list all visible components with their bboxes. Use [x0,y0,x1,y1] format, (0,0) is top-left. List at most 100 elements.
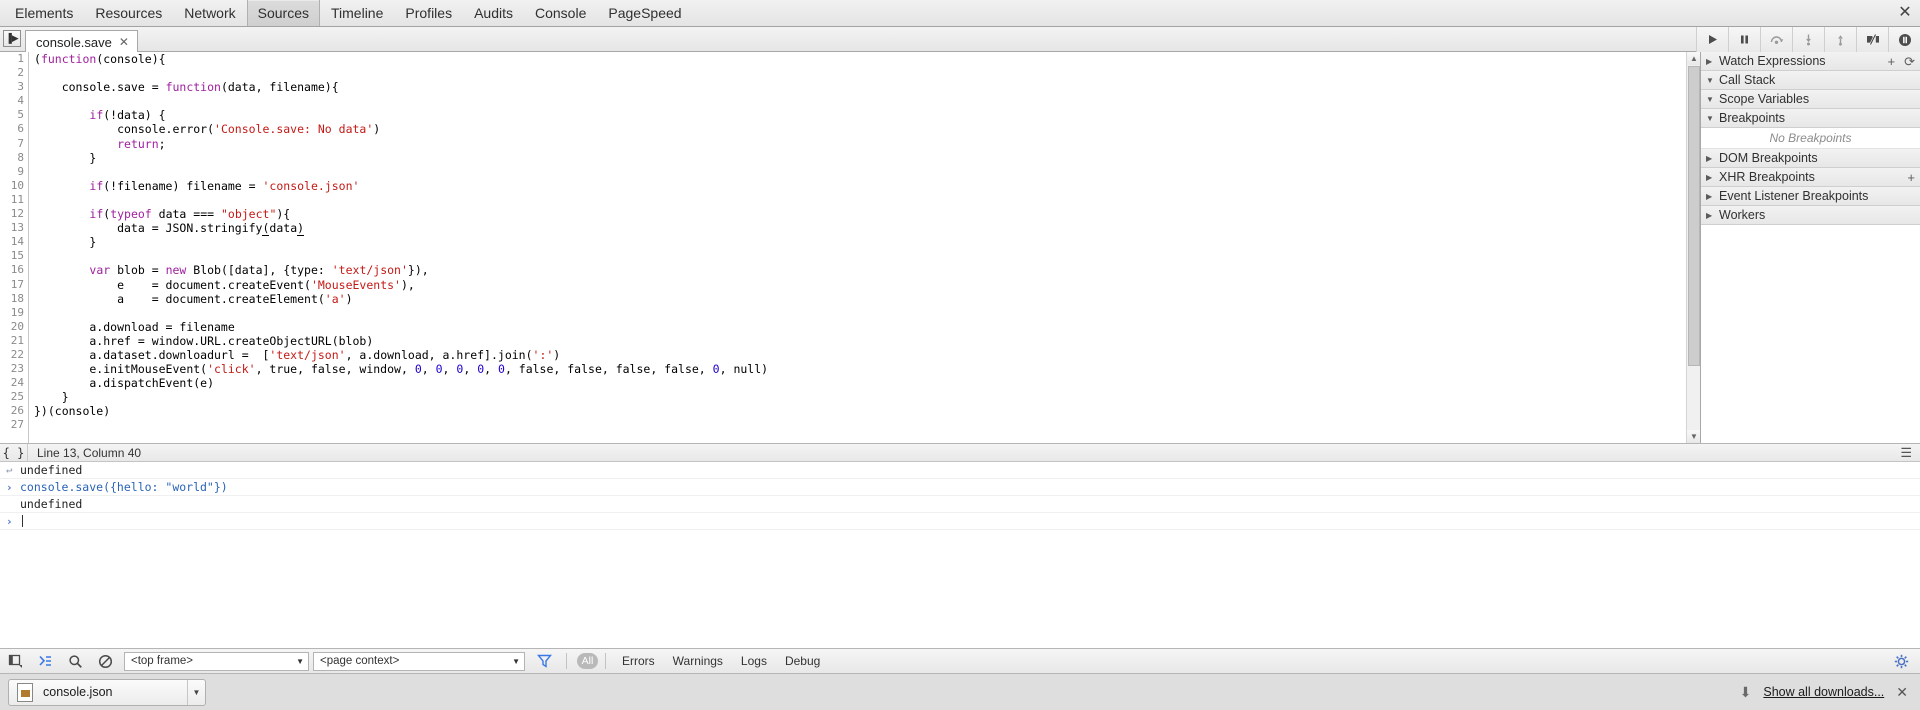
code-line[interactable]: e = document.createEvent('MouseEvents'), [30,278,1700,292]
code-line[interactable]: })(console) [30,404,1700,418]
scrollbar-thumb[interactable] [1688,66,1700,366]
line-number[interactable]: 11 [0,193,28,207]
code-line[interactable]: } [30,151,1700,165]
devtools-tab-timeline[interactable]: Timeline [320,0,394,26]
download-item-menu-icon[interactable]: ▼ [187,679,205,705]
filter-icon[interactable] [529,649,559,674]
step-over-next-function-call-button[interactable] [1760,27,1792,52]
debug-section-dom-breakpoints[interactable]: ▶ DOM Breakpoints [1701,149,1920,168]
code-line[interactable]: if(!filename) filename = 'console.json' [30,179,1700,193]
status-bar-menu-icon[interactable]: ☰ [1900,446,1912,459]
line-number[interactable]: 20 [0,320,28,334]
console-prompt-row[interactable]: › [0,513,1920,530]
show-console-icon[interactable] [30,649,60,674]
code-line[interactable] [30,165,1700,179]
refresh-icon[interactable]: ⟳ [1904,55,1915,68]
scrollbar-down-arrow[interactable]: ▼ [1687,430,1701,443]
code-line[interactable]: if(typeof data === "object"){ [30,207,1700,221]
filter-level-all[interactable]: All [577,653,598,669]
resume-script-execution-button[interactable] [1696,27,1728,52]
pause-script-execution-button[interactable] [1728,27,1760,52]
download-item[interactable]: console.json ▼ [8,678,206,706]
line-number[interactable]: 12 [0,207,28,221]
code-line[interactable]: a.dataset.downloadurl = ['text/json', a.… [30,348,1700,362]
code-line[interactable]: console.error('Console.save: No data') [30,122,1700,136]
debug-section-breakpoints[interactable]: ▼ Breakpoints [1701,109,1920,128]
code-line[interactable] [30,306,1700,320]
line-number[interactable]: 25 [0,390,28,404]
line-number[interactable]: 6 [0,122,28,136]
devtools-tab-profiles[interactable]: Profiles [394,0,463,26]
devtools-tab-elements[interactable]: Elements [4,0,84,26]
line-number[interactable]: 24 [0,376,28,390]
code-line[interactable]: (function(console){ [30,52,1700,66]
code-line[interactable]: a.download = filename [30,320,1700,334]
debug-section-watch-expressions[interactable]: ▶ Watch Expressions + ⟳ [1701,52,1920,71]
line-number[interactable]: 22 [0,348,28,362]
code-line[interactable]: e.initMouseEvent('click', true, false, w… [30,362,1700,376]
file-tab-close-icon[interactable]: ✕ [119,35,129,49]
search-icon[interactable] [60,649,90,674]
show-all-downloads-link[interactable]: Show all downloads... [1763,685,1884,699]
line-number[interactable]: 1 [0,52,28,66]
pretty-print-button[interactable]: { } [0,444,28,461]
line-number[interactable]: 27 [0,418,28,432]
line-number[interactable]: 21 [0,334,28,348]
code-line[interactable]: var blob = new Blob([data], {type: 'text… [30,263,1700,277]
code-line[interactable] [30,249,1700,263]
code-line[interactable] [30,193,1700,207]
devtools-tab-audits[interactable]: Audits [463,0,524,26]
filter-level-debug[interactable]: Debug [776,654,829,668]
console-output-area[interactable]: ↩ undefined › console.save({hello: "world"}… [0,462,1920,648]
devtools-tab-resources[interactable]: Resources [84,0,173,26]
step-out-of-current-function-button[interactable] [1824,27,1856,52]
code-line[interactable] [30,66,1700,80]
filter-level-errors[interactable]: Errors [613,654,664,668]
code-line[interactable]: console.save = function(data, filename){ [30,80,1700,94]
debug-section-xhr-breakpoints[interactable]: ▶ XHR Breakpoints + [1701,168,1920,187]
code-line[interactable] [30,94,1700,108]
line-number[interactable]: 19 [0,306,28,320]
devtools-close-icon[interactable]: ✕ [1896,4,1914,22]
debug-section-scope-variables[interactable]: ▼ Scope Variables [1701,90,1920,109]
scrollbar-up-arrow[interactable]: ▲ [1687,52,1701,65]
code-line[interactable]: } [30,390,1700,404]
line-number[interactable]: 15 [0,249,28,263]
deactivate-breakpoints-button[interactable] [1856,27,1888,52]
line-number[interactable]: 18 [0,292,28,306]
editor-vertical-scrollbar[interactable]: ▲ ▼ [1686,52,1701,443]
code-line[interactable] [30,418,1700,432]
code-content[interactable]: (function(console){ console.save = funct… [30,52,1700,443]
pause-on-exceptions-button[interactable] [1888,27,1920,52]
line-number[interactable]: 8 [0,151,28,165]
gear-icon[interactable] [1886,649,1916,674]
source-code-editor[interactable]: 1 2 3 4 5 6 7 8 9 10 11 12 13 14 15 16 17 18 19 20 21 22 23 24 2… [0,52,1700,443]
line-number-gutter[interactable]: 1 2 3 4 5 6 7 8 9 10 11 12 13 14 15 16 17 18 19 20 21 22 23 24 2… [0,52,29,443]
dock-side-icon[interactable] [0,649,30,674]
add-icon[interactable]: + [1907,171,1915,184]
line-number[interactable]: 10 [0,179,28,193]
code-line[interactable]: } [30,235,1700,249]
code-line[interactable]: data = JSON.stringify(data) [30,221,1700,237]
code-line[interactable]: a.dispatchEvent(e) [30,376,1700,390]
line-number[interactable]: 23 [0,362,28,376]
filter-level-warnings[interactable]: Warnings [664,654,732,668]
frame-select[interactable]: <top frame> ▼ [124,651,309,671]
debug-section-workers[interactable]: ▶ Workers [1701,206,1920,225]
file-tab-console-save[interactable]: console.save ✕ [25,30,138,53]
devtools-tab-network[interactable]: Network [173,0,246,26]
line-number[interactable]: 14 [0,235,28,249]
context-select[interactable]: <page context> ▼ [313,651,525,671]
line-number[interactable]: 9 [0,165,28,179]
navigator-toggle-icon[interactable]: ▐▶ [3,30,21,47]
code-line[interactable]: a.href = window.URL.createObjectURL(blob… [30,334,1700,348]
line-number[interactable]: 13 [0,221,28,235]
code-line[interactable]: a = document.createElement('a') [30,292,1700,306]
filter-level-logs[interactable]: Logs [732,654,776,668]
debug-section-event-listener-breakpoints[interactable]: ▶ Event Listener Breakpoints [1701,187,1920,206]
clear-console-icon[interactable] [90,649,120,674]
step-into-next-function-call-button[interactable] [1792,27,1824,52]
add-icon[interactable]: + [1888,55,1896,68]
line-number[interactable]: 26 [0,404,28,418]
download-shelf-close-icon[interactable]: ✕ [1896,684,1908,701]
